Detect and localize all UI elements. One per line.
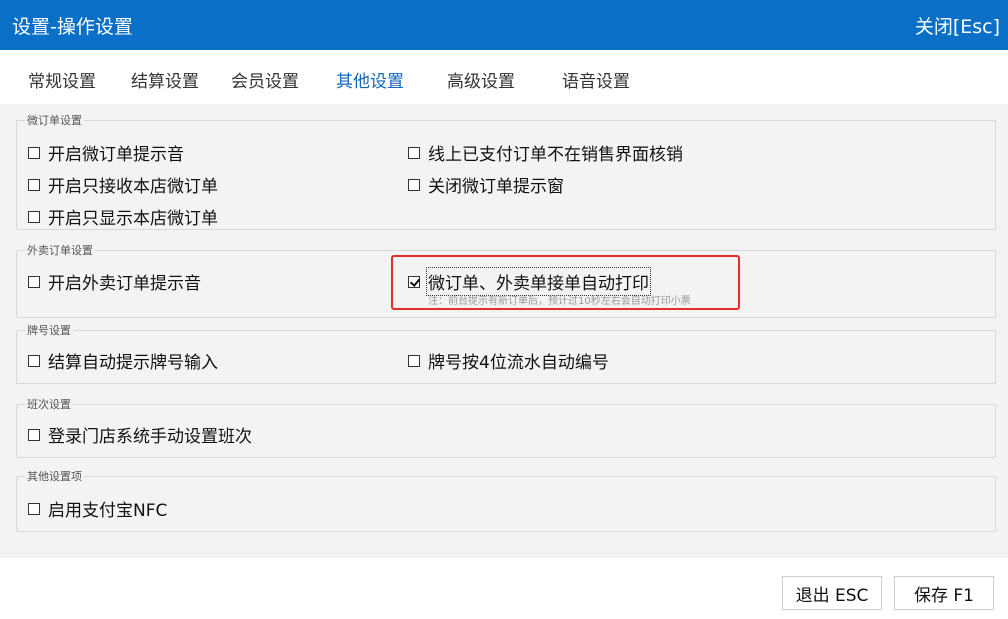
tab-member[interactable]: 会员设置 [231,67,299,92]
checkbox-label: 开启只接收本店微订单 [48,177,218,197]
group-micro-order: 微订单设置 开启微订单提示音 线上已支付订单不在销售界面核销 开启只接收本店微订… [16,112,996,230]
checkbox-box[interactable] [28,275,40,288]
checkbox-plate-serial[interactable]: 牌号按4位流水自动编号 [408,348,609,373]
checkbox-label: 线上已支付订单不在销售界面核销 [428,145,683,165]
tab-other[interactable]: 其他设置 [336,67,404,92]
checkbox-label: 开启只显示本店微订单 [48,209,218,229]
checkbox-label: 结算自动提示牌号输入 [48,353,218,373]
group-other: 其他设置项 启用支付宝NFC [16,468,996,532]
save-button[interactable]: 保存 F1 [894,576,994,610]
title-bar: 设置-操作设置 关闭[Esc] [0,0,1008,50]
group-shift: 班次设置 登录门店系统手动设置班次 [16,396,996,458]
checkbox-label: 牌号按4位流水自动编号 [428,353,609,373]
checkbox-alipay-nfc[interactable]: 启用支付宝NFC [28,496,167,521]
group-legend: 班次设置 [25,396,73,412]
checkbox-box[interactable] [28,210,40,223]
checkbox-online-paid-no-verify[interactable]: 线上已支付订单不在销售界面核销 [408,140,683,165]
group-legend: 微订单设置 [25,112,84,128]
checkbox-receive-own-store-only[interactable]: 开启只接收本店微订单 [28,172,218,197]
group-plate: 牌号设置 结算自动提示牌号输入 牌号按4位流水自动编号 [16,322,996,384]
checkbox-manual-shift[interactable]: 登录门店系统手动设置班次 [28,422,252,447]
checkbox-plate-prompt[interactable]: 结算自动提示牌号输入 [28,348,218,373]
checkbox-box[interactable] [408,146,420,159]
checkbox-box[interactable] [408,354,420,367]
checkbox-label: 开启微订单提示音 [48,145,184,165]
exit-button[interactable]: 退出 ESC [782,576,882,610]
checkbox-label: 登录门店系统手动设置班次 [48,427,252,447]
checkbox-box[interactable] [28,146,40,159]
settings-panel: 微订单设置 开启微订单提示音 线上已支付订单不在销售界面核销 开启只接收本店微订… [0,104,1008,558]
tab-voice[interactable]: 语音设置 [562,67,630,92]
close-button[interactable]: 关闭[Esc] [915,12,1000,39]
group-legend: 外卖订单设置 [25,242,95,258]
tab-bar: 常规设置 结算设置 会员设置 其他设置 高级设置 语音设置 [0,50,1008,104]
tab-general[interactable]: 常规设置 [28,67,96,92]
highlight-box [391,255,740,310]
checkbox-box[interactable] [28,178,40,191]
group-legend: 牌号设置 [25,322,73,338]
tab-advanced[interactable]: 高级设置 [447,67,515,92]
checkbox-label: 开启外卖订单提示音 [48,274,201,294]
group-legend: 其他设置项 [25,468,84,484]
checkbox-box[interactable] [28,354,40,367]
checkbox-label: 启用支付宝NFC [48,501,168,521]
checkbox-label: 关闭微订单提示窗 [428,177,564,197]
checkbox-show-own-store-only[interactable]: 开启只显示本店微订单 [28,204,218,229]
checkbox-box[interactable] [408,178,420,191]
tab-checkout[interactable]: 结算设置 [131,67,199,92]
checkbox-box[interactable] [28,428,40,441]
checkbox-box[interactable] [28,502,40,515]
checkbox-micro-order-sound[interactable]: 开启微订单提示音 [28,140,184,165]
window-title: 设置-操作设置 [12,16,133,38]
checkbox-close-micro-order-popup[interactable]: 关闭微订单提示窗 [408,172,564,197]
checkbox-takeout-sound[interactable]: 开启外卖订单提示音 [28,269,201,294]
